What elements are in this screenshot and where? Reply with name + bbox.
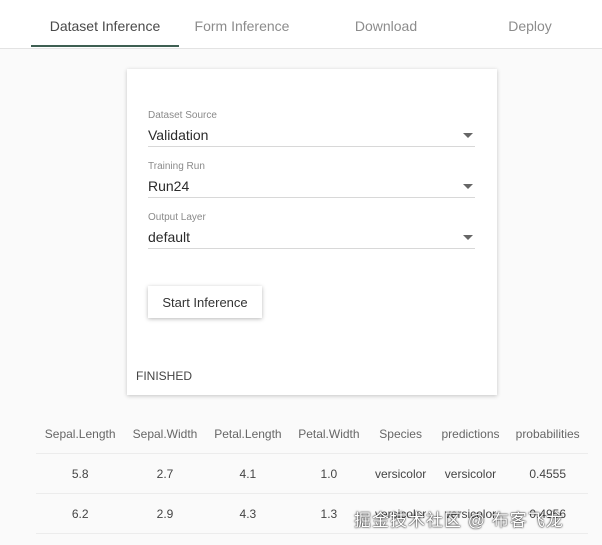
- column-header: Sepal.Length: [36, 415, 125, 454]
- table-row: 5.8 2.7 4.1 1.0 versicolor versicolor 0.…: [36, 453, 588, 494]
- table-cell: 2.7: [124, 453, 206, 494]
- table-cell: 0.4555: [507, 453, 588, 494]
- output-layer-label: Output Layer: [148, 212, 206, 223]
- tab-download[interactable]: Download: [314, 0, 458, 48]
- table-cell: 6.2: [36, 493, 125, 534]
- tab-dataset-inference[interactable]: Dataset Inference: [31, 0, 179, 48]
- training-run-field: Training Run Run24: [148, 160, 475, 198]
- training-run-value: Run24: [148, 178, 190, 194]
- table-header-row: Sepal.Length Sepal.Width Petal.Length Pe…: [36, 415, 588, 454]
- column-header: Sepal.Width: [124, 415, 206, 454]
- dropdown-arrow-icon: [463, 235, 473, 240]
- watermark: 掘金技术社区 @ 布客飞龙: [354, 511, 564, 530]
- tab-deploy[interactable]: Deploy: [458, 0, 602, 48]
- dropdown-arrow-icon: [463, 184, 473, 189]
- table-cell: 4.1: [205, 453, 291, 494]
- dataset-source-select[interactable]: Validation: [148, 122, 475, 147]
- column-header: Petal.Width: [290, 415, 368, 454]
- dropdown-arrow-icon: [463, 133, 473, 138]
- output-layer-value: default: [148, 229, 191, 245]
- dataset-source-field: Dataset Source Validation: [148, 109, 475, 147]
- status-text: FINISHED: [136, 369, 193, 383]
- table-cell: 1.0: [290, 453, 368, 494]
- tab-bar: Dataset Inference Form Inference Downloa…: [0, 0, 602, 49]
- table-cell: 2.9: [124, 493, 206, 534]
- training-run-select[interactable]: Run24: [148, 173, 475, 198]
- dataset-source-value: Validation: [148, 127, 209, 143]
- table-cell: 5.8: [36, 453, 125, 494]
- tab-form-inference[interactable]: Form Inference: [170, 0, 314, 48]
- column-header: Species: [367, 415, 434, 454]
- table-cell: 4.3: [205, 493, 291, 534]
- dataset-source-label: Dataset Source: [148, 110, 217, 121]
- training-run-label: Training Run: [148, 161, 205, 172]
- column-header: probabilities: [507, 415, 588, 454]
- column-header: Petal.Length: [205, 415, 291, 454]
- output-layer-field: Output Layer default: [148, 211, 475, 249]
- output-layer-select[interactable]: default: [148, 224, 475, 249]
- inference-card: Dataset Source Validation Training Run R…: [127, 69, 497, 395]
- column-header: predictions: [433, 415, 508, 454]
- start-inference-button[interactable]: Start Inference: [148, 286, 262, 318]
- table-cell: versicolor: [367, 453, 434, 494]
- table-cell: versicolor: [433, 453, 508, 494]
- active-tab-indicator: [31, 45, 179, 47]
